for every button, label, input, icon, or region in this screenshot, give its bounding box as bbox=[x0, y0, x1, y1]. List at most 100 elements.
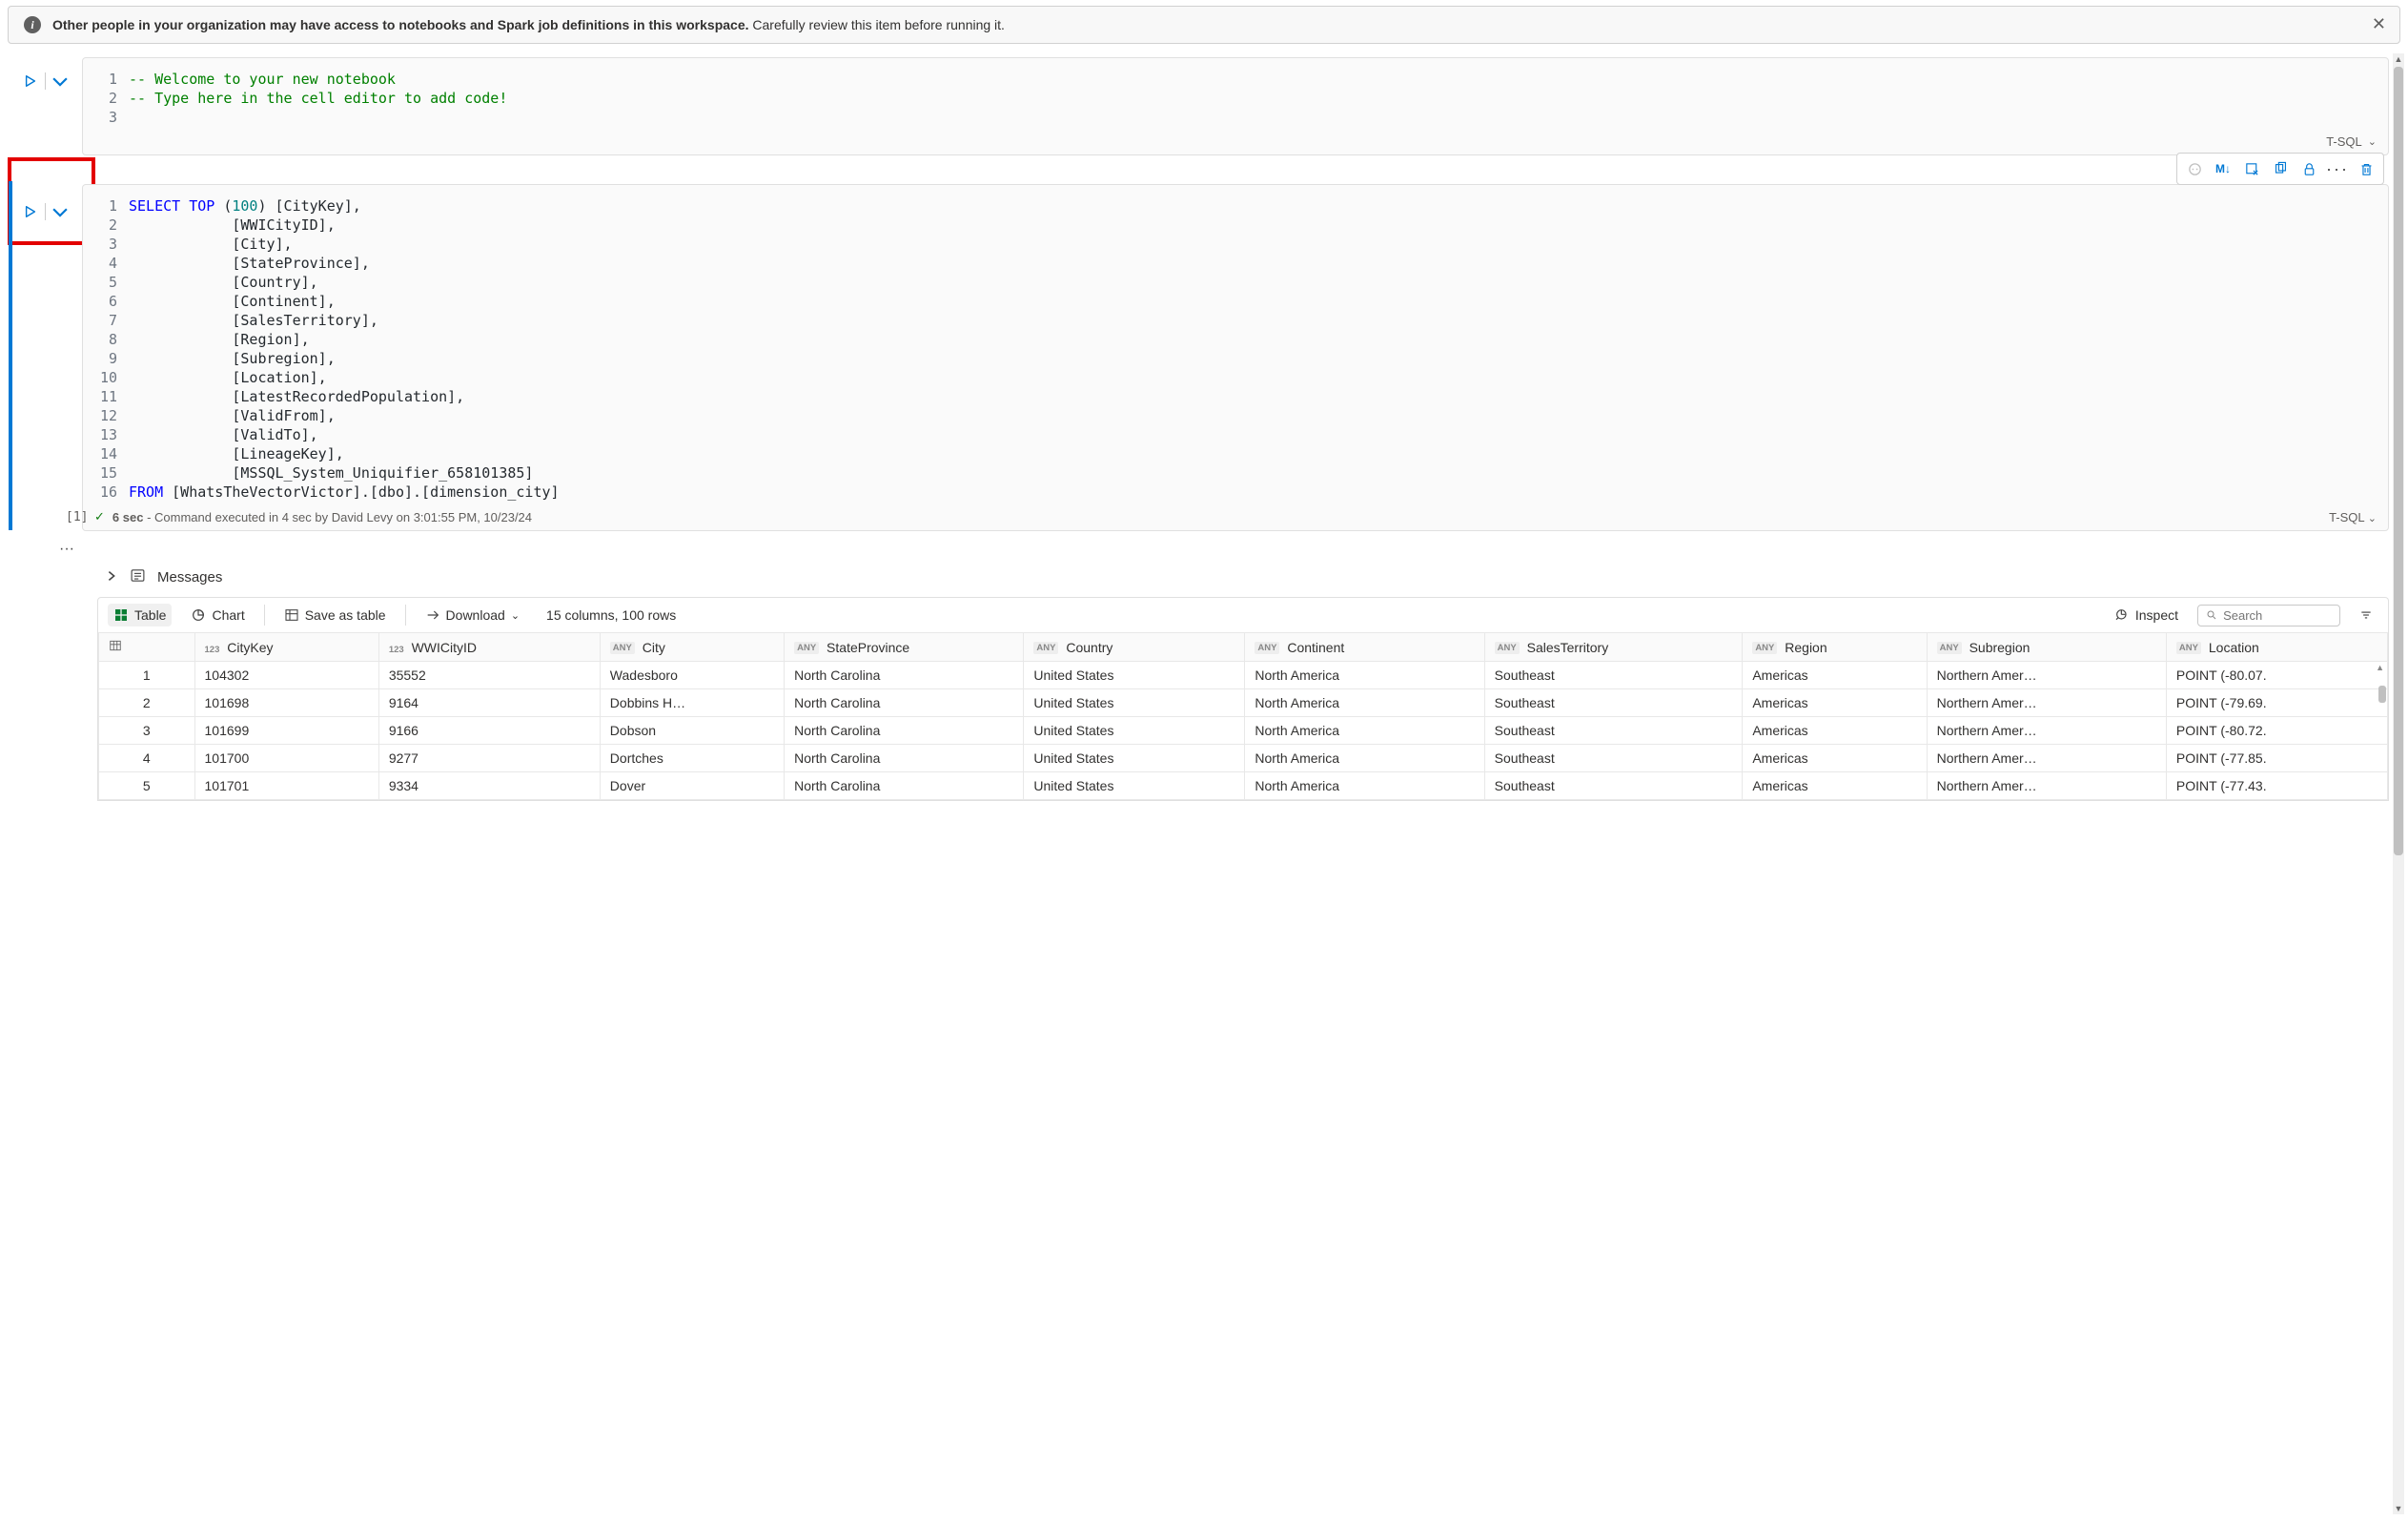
table-cell: Americas bbox=[1743, 772, 1927, 800]
table-cell: 9277 bbox=[378, 745, 600, 772]
table-cell: North Carolina bbox=[785, 662, 1024, 689]
table-cell: POINT (-80.72. bbox=[2166, 717, 2387, 745]
table-header-Continent[interactable]: ANY Continent bbox=[1245, 633, 1484, 662]
scrollbar-vertical[interactable]: ▲ ▼ bbox=[2393, 53, 2404, 1514]
result-count: 15 columns, 100 rows bbox=[546, 607, 676, 623]
inspect-button[interactable]: Inspect bbox=[2109, 604, 2184, 626]
table-header-index[interactable] bbox=[99, 633, 195, 662]
table-header-Country[interactable]: ANY Country bbox=[1024, 633, 1245, 662]
table-row[interactable]: 51017019334DoverNorth CarolinaUnited Sta… bbox=[99, 772, 2388, 800]
table-cell: Northern Amer… bbox=[1927, 745, 2166, 772]
more-actions-button[interactable]: ··· bbox=[2324, 155, 2351, 182]
table-body: 110430235552WadesboroNorth CarolinaUnite… bbox=[99, 662, 2388, 800]
cell-2-row: M↓ ··· 12345678910111213141516 SELECT TO… bbox=[8, 184, 2389, 531]
table-header-WWICityID[interactable]: 123 WWICityID bbox=[378, 633, 600, 662]
table-header-City[interactable]: ANY City bbox=[600, 633, 784, 662]
cell-1-code[interactable]: -- Welcome to your new notebook-- Type h… bbox=[129, 70, 2373, 127]
table-cell: North America bbox=[1245, 689, 1484, 717]
messages-label: Messages bbox=[157, 569, 222, 585]
cell-more-menu[interactable]: ··· bbox=[59, 541, 74, 557]
cell-2-toolbar: M↓ ··· bbox=[2176, 153, 2384, 185]
table-header-row: 123 CityKey123 WWICityIDANY CityANY Stat… bbox=[99, 633, 2388, 662]
table-scroll-thumb[interactable] bbox=[2378, 686, 2386, 703]
table-cell: United States bbox=[1024, 662, 1245, 689]
table-cell: POINT (-79.69. bbox=[2166, 689, 2387, 717]
table-scroll-up-icon[interactable]: ▲ bbox=[2376, 663, 2384, 672]
table-cell: Americas bbox=[1743, 717, 1927, 745]
table-cell: North America bbox=[1245, 717, 1484, 745]
table-row[interactable]: 41017009277DortchesNorth CarolinaUnited … bbox=[99, 745, 2388, 772]
messages-icon bbox=[130, 567, 146, 587]
download-button[interactable]: Download ⌄ bbox=[419, 604, 525, 626]
markdown-toggle[interactable]: M↓ bbox=[2210, 155, 2236, 182]
cell-2-exec-index: [1] bbox=[66, 510, 88, 524]
result-filter-button[interactable] bbox=[2354, 605, 2378, 626]
table-cell: 35552 bbox=[378, 662, 600, 689]
cell-2-code[interactable]: SELECT TOP (100) [CityKey], [WWICityID],… bbox=[129, 196, 2373, 502]
scrollbar-thumb[interactable] bbox=[2394, 67, 2403, 855]
table-cell: 101698 bbox=[194, 689, 378, 717]
save-as-table-label: Save as table bbox=[305, 607, 386, 623]
copilot-icon[interactable] bbox=[2181, 155, 2208, 182]
cell-2-linenos: 12345678910111213141516 bbox=[98, 196, 129, 502]
inspect-label: Inspect bbox=[2135, 607, 2178, 623]
run-cell-2-menu[interactable] bbox=[50, 201, 71, 222]
table-cell: 9164 bbox=[378, 689, 600, 717]
messages-expand-icon[interactable] bbox=[105, 569, 118, 586]
result-toolbar: Table Chart Save as table Download ⌄ 15 … bbox=[97, 597, 2389, 632]
copy-cell-button[interactable] bbox=[2267, 155, 2294, 182]
table-cell: 1 bbox=[99, 662, 195, 689]
table-cell: Americas bbox=[1743, 662, 1927, 689]
table-cell: United States bbox=[1024, 772, 1245, 800]
save-as-table-button[interactable]: Save as table bbox=[278, 604, 392, 626]
table-row[interactable]: 21016989164Dobbins H…North CarolinaUnite… bbox=[99, 689, 2388, 717]
table-header-CityKey[interactable]: 123 CityKey bbox=[194, 633, 378, 662]
cell-2-language-selector[interactable]: T-SQL ⌄ bbox=[2329, 510, 2377, 524]
result-search-input[interactable] bbox=[2223, 608, 2332, 623]
table-cell: United States bbox=[1024, 689, 1245, 717]
table-cell: Southeast bbox=[1484, 772, 1743, 800]
success-check-icon: ✓ bbox=[94, 509, 105, 524]
cell-1-linenos: 123 bbox=[98, 70, 129, 127]
table-cell: 3 bbox=[99, 717, 195, 745]
cell-2-status-text: 6 sec - Command executed in 4 sec by Dav… bbox=[112, 510, 532, 524]
cell-1[interactable]: 123 -- Welcome to your new notebook-- Ty… bbox=[82, 57, 2389, 155]
table-cell: Dobbins H… bbox=[600, 689, 784, 717]
table-cell: 9334 bbox=[378, 772, 600, 800]
info-banner-close[interactable]: ✕ bbox=[2372, 14, 2386, 34]
table-cell: Americas bbox=[1743, 689, 1927, 717]
table-cell: North Carolina bbox=[785, 745, 1024, 772]
table-cell: 101700 bbox=[194, 745, 378, 772]
cell-2[interactable]: M↓ ··· 12345678910111213141516 SELECT TO… bbox=[82, 184, 2389, 531]
chevron-down-icon: ⌄ bbox=[511, 609, 520, 622]
result-view-chart[interactable]: Chart bbox=[185, 604, 250, 626]
table-row[interactable]: 31016999166DobsonNorth CarolinaUnited St… bbox=[99, 717, 2388, 745]
cell-1-language-selector[interactable]: T-SQL ⌄ bbox=[2326, 134, 2377, 149]
table-header-SalesTerritory[interactable]: ANY SalesTerritory bbox=[1484, 633, 1743, 662]
lock-cell-button[interactable] bbox=[2296, 155, 2322, 182]
run-cell-2-button[interactable] bbox=[20, 201, 41, 222]
result-search[interactable] bbox=[2197, 605, 2340, 626]
table-cell: United States bbox=[1024, 745, 1245, 772]
run-cell-1-menu[interactable] bbox=[50, 71, 71, 92]
table-cell: North Carolina bbox=[785, 689, 1024, 717]
table-header-Location[interactable]: ANY Location bbox=[2166, 633, 2387, 662]
table-row[interactable]: 110430235552WadesboroNorth CarolinaUnite… bbox=[99, 662, 2388, 689]
table-header-Region[interactable]: ANY Region bbox=[1743, 633, 1927, 662]
table-cell: Wadesboro bbox=[600, 662, 784, 689]
delete-cell-button[interactable] bbox=[2353, 155, 2379, 182]
table-cell: Southeast bbox=[1484, 662, 1743, 689]
download-label: Download bbox=[446, 607, 505, 623]
table-cell: 4 bbox=[99, 745, 195, 772]
result-view-table[interactable]: Table bbox=[108, 604, 172, 626]
cell-1-row: 123 -- Welcome to your new notebook-- Ty… bbox=[8, 57, 2389, 155]
table-cell: Southeast bbox=[1484, 717, 1743, 745]
table-cell: 104302 bbox=[194, 662, 378, 689]
run-cell-1-button[interactable] bbox=[20, 71, 41, 92]
messages-row[interactable]: Messages bbox=[97, 558, 2389, 597]
table-header-Subregion[interactable]: ANY Subregion bbox=[1927, 633, 2166, 662]
clear-output-button[interactable] bbox=[2238, 155, 2265, 182]
table-cell: 101699 bbox=[194, 717, 378, 745]
table-cell: POINT (-77.43. bbox=[2166, 772, 2387, 800]
table-header-StateProvince[interactable]: ANY StateProvince bbox=[785, 633, 1024, 662]
